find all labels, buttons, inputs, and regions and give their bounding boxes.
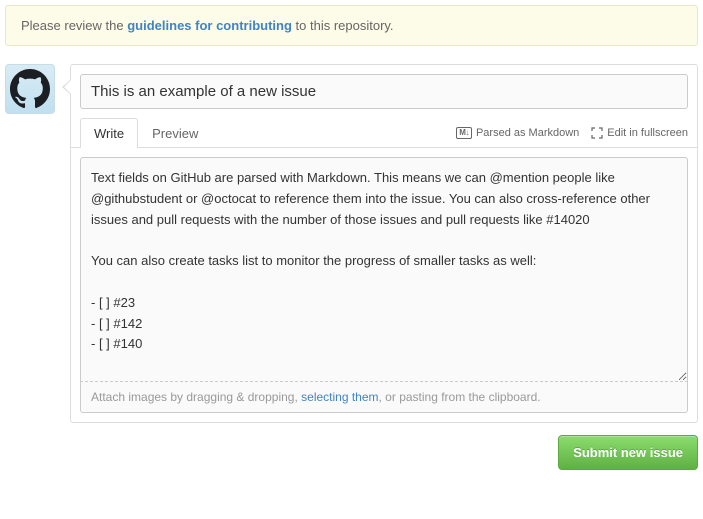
attach-hint[interactable]: Attach images by dragging & dropping, se… [80,382,688,413]
submit-new-issue-button[interactable]: Submit new issue [558,435,698,470]
octocat-icon [10,69,50,109]
contributing-guidelines-link[interactable]: guidelines for contributing [127,18,292,33]
issue-title-input[interactable] [80,74,688,109]
fullscreen-icon [591,127,603,139]
avatar[interactable] [5,64,55,114]
contributing-notice: Please review the guidelines for contrib… [5,5,698,46]
attach-select-link[interactable]: selecting them [301,390,378,404]
markdown-hint-text: Parsed as Markdown [476,127,579,139]
notice-suffix: to this repository. [292,18,394,33]
attach-suffix: , or pasting from the clipboard. [379,390,541,404]
tab-preview[interactable]: Preview [138,118,212,148]
issue-body-textarea[interactable] [80,157,688,382]
edit-fullscreen-link[interactable]: Edit in fullscreen [591,127,688,139]
attach-prefix: Attach images by dragging & dropping, [91,390,301,404]
fullscreen-text: Edit in fullscreen [607,127,688,139]
markdown-hint-link[interactable]: M↓ Parsed as Markdown [456,127,579,139]
tabs-row: Write Preview M↓ Parsed as Markdown Edit… [71,118,697,148]
markdown-icon: M↓ [456,127,472,139]
tab-write[interactable]: Write [80,118,138,148]
notice-prefix: Please review the [21,18,127,33]
issue-form: Write Preview M↓ Parsed as Markdown Edit… [70,64,698,423]
